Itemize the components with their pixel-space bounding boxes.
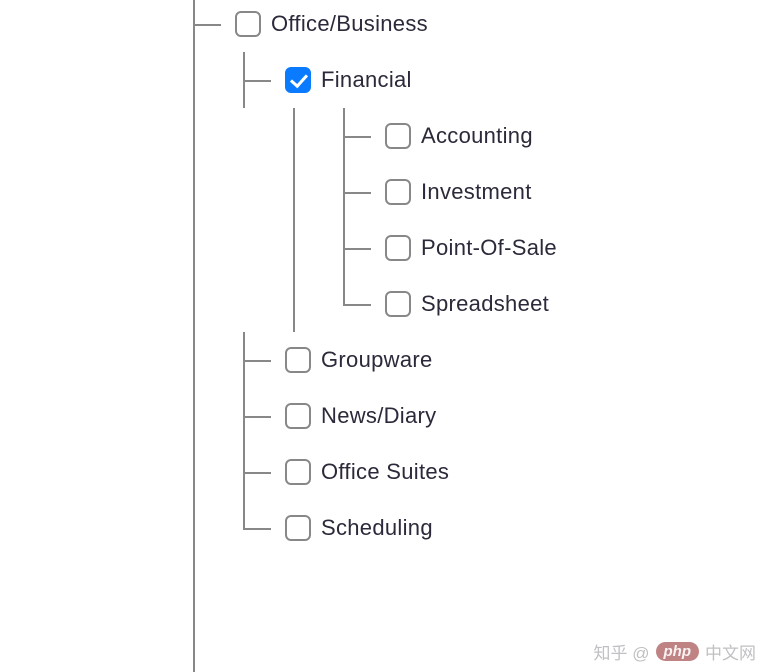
tree-label[interactable]: Office Suites xyxy=(321,459,449,485)
checkbox-groupware[interactable] xyxy=(285,347,311,373)
tree-node-financial: Financial Accounting Investment xyxy=(235,52,557,332)
tree-children: Accounting Investment Point-Of-Sale xyxy=(235,108,557,332)
checkbox-spreadsheet[interactable] xyxy=(385,291,411,317)
tree-label[interactable]: Financial xyxy=(321,67,412,93)
watermark-text-right: 中文网 xyxy=(705,639,756,664)
checkbox-news-diary[interactable] xyxy=(285,403,311,429)
php-badge-icon: php xyxy=(656,642,700,661)
tree-label[interactable]: News/Diary xyxy=(321,403,436,429)
tree-node-point-of-sale: Point-Of-Sale xyxy=(285,220,557,276)
watermark: 知乎 @ php 中文网 xyxy=(594,639,756,664)
tree-branch xyxy=(335,276,385,332)
tree-children: Financial Accounting Investment xyxy=(185,52,557,556)
checkbox-accounting[interactable] xyxy=(385,123,411,149)
tree-label[interactable]: Scheduling xyxy=(321,515,433,541)
tree-node-office-business: Office/Business Financial Accounting xyxy=(185,0,557,556)
tree-branch xyxy=(235,52,285,108)
checkbox-point-of-sale[interactable] xyxy=(385,235,411,261)
tree-label[interactable]: Office/Business xyxy=(271,11,428,37)
tree-branch xyxy=(285,164,335,220)
tree-node-scheduling: Scheduling xyxy=(235,500,557,556)
checkbox-office-suites[interactable] xyxy=(285,459,311,485)
tree-branch xyxy=(285,276,335,332)
tree-branch xyxy=(335,164,385,220)
checkbox-investment[interactable] xyxy=(385,179,411,205)
tree-node-news-diary: News/Diary xyxy=(235,388,557,444)
tree-label[interactable]: Accounting xyxy=(421,123,533,149)
checkbox-scheduling[interactable] xyxy=(285,515,311,541)
tree-node-groupware: Groupware xyxy=(235,332,557,388)
tree-branch xyxy=(235,444,285,500)
tree-branch xyxy=(335,220,385,276)
tree-label[interactable]: Groupware xyxy=(321,347,433,373)
checkbox-financial[interactable] xyxy=(285,67,311,93)
tree-label[interactable]: Point-Of-Sale xyxy=(421,235,557,261)
tree-node-office-suites: Office Suites xyxy=(235,444,557,500)
tree-node-accounting: Accounting xyxy=(285,108,557,164)
category-tree: Non-Linear Editor Office/Business Financ… xyxy=(185,0,557,556)
tree-branch xyxy=(285,220,335,276)
tree-label[interactable]: Investment xyxy=(421,179,532,205)
tree-branch xyxy=(235,332,285,388)
tree-branch xyxy=(235,500,285,556)
checkbox-office-business[interactable] xyxy=(235,11,261,37)
tree-node-investment: Investment xyxy=(285,164,557,220)
tree-label[interactable]: Spreadsheet xyxy=(421,291,549,317)
watermark-text-left: 知乎 @ xyxy=(594,639,650,664)
tree-branch xyxy=(235,388,285,444)
tree-branch xyxy=(185,0,235,52)
tree-branch xyxy=(285,108,335,164)
tree-node-spreadsheet: Spreadsheet xyxy=(285,276,557,332)
tree-branch xyxy=(335,108,385,164)
